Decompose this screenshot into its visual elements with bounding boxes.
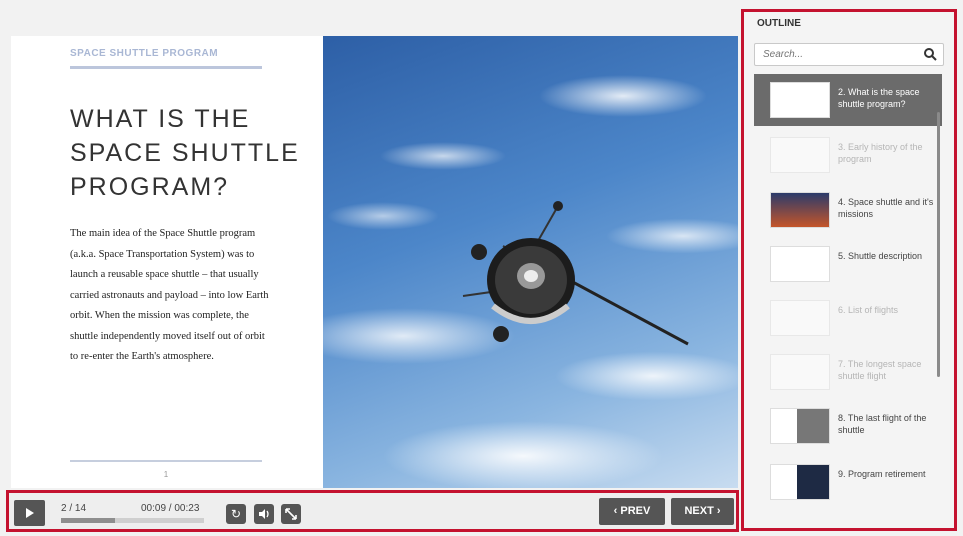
slide-thumbnail [770,354,830,390]
play-button[interactable] [14,500,45,526]
prev-label: PREV [620,505,651,517]
slide-text-panel: SPACE SHUTTLE PROGRAM WHAT IS THE SPACE … [11,36,323,488]
outline-item[interactable]: 9. Program retirement [754,456,942,508]
slide-counter: 2 / 14 [61,503,87,514]
next-label: NEXT [684,505,714,517]
outline-item[interactable]: 5. Shuttle description [754,238,942,290]
outline-item[interactable]: 3. Early history of the program [754,129,942,181]
slide-thumbnail [770,82,830,118]
next-button[interactable]: NEXT › [671,498,734,525]
volume-button[interactable] [254,504,274,524]
kicker-divider [70,66,262,69]
outline-title: OUTLINE [757,18,801,29]
slide-thumbnail [770,408,830,444]
outline-item[interactable]: 6. List of flights [754,292,942,344]
slide-canvas: SPACE SHUTTLE PROGRAM WHAT IS THE SPACE … [11,36,738,488]
outline-scrollbar[interactable] [937,112,940,377]
search-box [754,43,944,66]
progress-bar[interactable] [61,518,204,523]
slide-title-line: SPACE SHUTTLE [70,139,300,167]
prev-button[interactable]: ‹ PREV [599,498,665,525]
slide-kicker: SPACE SHUTTLE PROGRAM [70,48,219,59]
slide-title-line: PROGRAM? [70,173,230,201]
slide-thumbnail [770,137,830,173]
outline-panel: OUTLINE 2. What is the space shuttle pro… [741,9,957,531]
time-display: 00:09 / 00:23 [141,503,200,514]
satellite-illustration [462,201,689,346]
outline-item[interactable]: 7. The longest space shuttle flight [754,346,942,398]
fullscreen-button[interactable] [281,504,301,524]
slide-title: WHAT IS THE SPACE SHUTTLE PROGRAM? [70,102,320,204]
speaker-icon [259,509,269,519]
slide-page-number: 1 [163,470,169,479]
slide-thumbnail [770,300,830,336]
outline-item-label: 3. Early history of the program [838,142,923,164]
replay-button[interactable]: ↻ [226,504,246,524]
chevron-left-icon: ‹ [613,505,618,517]
slide-body-text: The main idea of the Space Shuttle progr… [70,228,269,362]
outline-item-label: 7. The longest space shuttle flight [838,359,922,381]
outline-item-label: 5. Shuttle description [838,251,923,261]
satellite-photo [323,36,738,488]
chevron-right-icon: › [716,505,721,517]
slide-thumbnail [770,464,830,500]
slide-thumbnail [770,192,830,228]
slide-thumbnail [770,246,830,282]
outline-item-label: 6. List of flights [838,305,899,315]
outline-item-label: 4. Space shuttle and it's missions [838,197,934,219]
progress-fill [61,518,116,523]
outline-item[interactable]: 2. What is the space shuttle program? [754,74,942,126]
search-input[interactable] [755,44,920,65]
footer-divider [70,460,262,462]
replay-icon: ↻ [230,507,242,521]
slide-title-line: WHAT IS THE [70,105,251,133]
outline-item-label: 8. The last flight of the shuttle [838,413,927,435]
player-window: SPACE SHUTTLE PROGRAM WHAT IS THE SPACE … [0,0,963,536]
expand-icon [285,508,297,520]
outline-item-label: 9. Program retirement [838,469,926,479]
player-controls-bar: 2 / 14 00:09 / 00:23 ↻ ‹ PREV NEXT › [6,490,739,532]
outline-item-label: 2. What is the space shuttle program? [838,87,920,109]
search-icon[interactable] [923,47,937,61]
outline-item[interactable]: 4. Space shuttle and it's missions [754,184,942,236]
outline-item[interactable]: 8. The last flight of the shuttle [754,400,942,452]
